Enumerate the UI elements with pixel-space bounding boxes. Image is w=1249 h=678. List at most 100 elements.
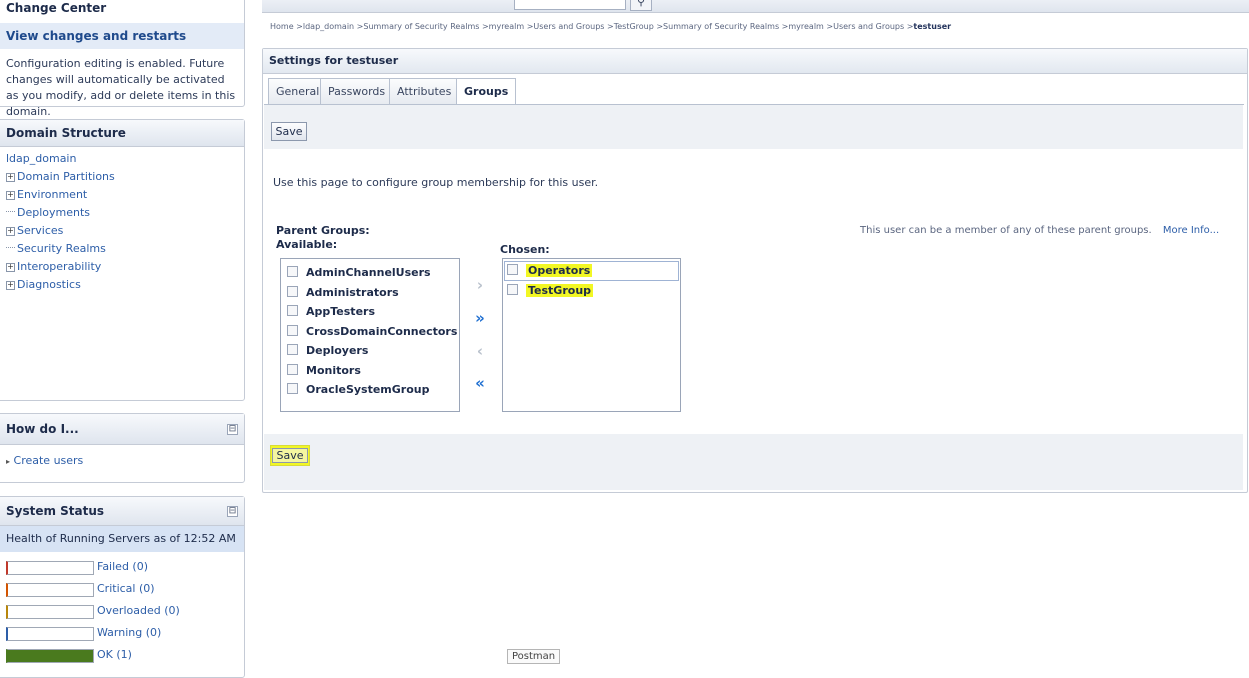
tree-item-security-realms[interactable]: Security Realms — [6, 240, 106, 257]
page-description: Use this page to configure group members… — [273, 176, 599, 189]
domain-structure-panel: Domain Structure ldap_domain + Domain Part… — [0, 119, 245, 401]
double-chevron-right-icon[interactable]: » — [472, 309, 488, 327]
tree-item-label: ldap_domain — [6, 152, 77, 165]
top-save-strip — [264, 105, 1243, 149]
checkbox[interactable] — [287, 363, 298, 375]
tree-branch-line — [6, 211, 15, 212]
change-center-description: Configuration editing is enabled. Future… — [6, 57, 236, 118]
expand-icon[interactable]: + — [6, 173, 15, 182]
status-bar — [6, 561, 94, 575]
status-bar — [6, 649, 94, 663]
available-group-item[interactable]: Deployers — [287, 341, 368, 360]
tab-groups[interactable]: Groups — [456, 78, 517, 106]
status-label[interactable]: Overloaded (0) — [97, 604, 180, 618]
tree-item-ldap-domain[interactable]: ldap_domain — [6, 150, 76, 167]
view-changes-link[interactable]: View changes and restarts — [0, 23, 244, 49]
tree-item-environment[interactable]: + Environment — [6, 186, 87, 203]
tree-item-label: Deployments — [17, 206, 91, 219]
group-name: AdminChannelUsers — [306, 266, 431, 279]
available-group-item[interactable]: CrossDomainConnectors — [287, 322, 457, 341]
checkbox[interactable] — [287, 266, 298, 277]
group-name: Administrators — [306, 285, 399, 299]
how-do-i-panel: How do I... ⊟ ▸ Create users — [0, 413, 245, 483]
available-label: Available: — [276, 238, 338, 251]
create-users-label: Create users — [13, 454, 84, 467]
checkbox[interactable] — [287, 344, 298, 355]
chevron-left-icon[interactable]: ‹ — [472, 342, 488, 360]
chosen-group-item[interactable]: TestGroup — [507, 281, 594, 300]
tree-item-label: Diagnostics — [17, 278, 81, 291]
tree-item-diagnostics[interactable]: + Diagnostics — [6, 276, 81, 293]
health-title: Health of Running Servers as of 12:52 AM — [0, 526, 244, 552]
create-users-link[interactable]: ▸ Create users — [6, 454, 83, 467]
chosen-listbox[interactable]: Operators TestGroup — [502, 258, 681, 412]
toolbar-search-box[interactable] — [514, 0, 626, 10]
help-text-label: This user can be a member of any of thes… — [860, 225, 1152, 236]
status-label[interactable]: Warning (0) — [97, 626, 161, 640]
domain-structure-title: Domain Structure — [0, 120, 244, 147]
collapse-box-icon[interactable]: ⊟ — [227, 506, 238, 517]
chosen-label: Chosen: — [500, 243, 550, 256]
tree-item-deployments[interactable]: Deployments — [6, 204, 90, 221]
group-name: Operators — [526, 264, 593, 277]
more-info-link[interactable]: More Info... — [1163, 225, 1219, 236]
checkbox[interactable] — [287, 305, 298, 316]
collapse-box-icon[interactable]: ⊟ — [227, 424, 238, 435]
breadcrumb: Home >ldap_domain >Summary of Security R… — [270, 22, 951, 31]
expand-icon[interactable]: + — [6, 281, 15, 290]
system-status-title: System Status — [6, 504, 105, 518]
expand-icon[interactable]: + — [6, 227, 15, 236]
expand-icon[interactable]: + — [6, 191, 15, 200]
tab-attributes[interactable]: Attributes — [389, 78, 460, 105]
how-do-i-title: How do I... ⊟ — [0, 414, 244, 445]
tree-item-services[interactable]: + Services — [6, 222, 63, 239]
group-name: TestGroup — [526, 284, 594, 297]
chevron-right-icon[interactable]: › — [472, 276, 488, 294]
change-center-panel: Change Center View changes and restarts … — [0, 0, 245, 118]
tab-passwords[interactable]: Passwords — [320, 78, 394, 105]
tree-item-label: Domain Partitions — [17, 170, 115, 183]
status-bar — [6, 583, 94, 597]
status-label[interactable]: Critical (0) — [97, 582, 155, 596]
tab-general[interactable]: General — [268, 78, 328, 105]
checkbox[interactable] — [287, 285, 298, 297]
top-toolbar: ⚲ — [262, 0, 1249, 13]
postman-tooltip: Postman — [507, 649, 561, 664]
status-bar-fill — [8, 650, 93, 662]
tree-item-label: Environment — [17, 188, 88, 201]
group-name: CrossDomainConnectors — [306, 324, 458, 338]
system-status-title-bar: System Status ⊟ — [0, 497, 244, 526]
search-icon[interactable]: ⚲ — [630, 0, 652, 11]
checkbox[interactable] — [507, 264, 518, 275]
group-name: AppTesters — [306, 305, 376, 318]
status-label[interactable]: OK (1) — [97, 648, 132, 662]
parent-groups-label: Parent Groups: — [276, 224, 370, 237]
double-chevron-left-icon[interactable]: « — [472, 374, 488, 392]
available-group-item[interactable]: Administrators — [287, 283, 399, 302]
checkbox[interactable] — [287, 383, 298, 394]
expand-icon[interactable]: + — [6, 263, 15, 272]
available-group-item[interactable]: AppTesters — [287, 302, 375, 321]
tree-item-label: Services — [17, 224, 64, 237]
checkbox[interactable] — [507, 284, 518, 295]
save-button[interactable]: Save — [271, 122, 307, 141]
status-label[interactable]: Failed (0) — [97, 560, 148, 574]
tree-item-domain-partitions[interactable]: + Domain Partitions — [6, 168, 115, 185]
system-status-panel: System Status ⊟ Health of Running Server… — [0, 496, 245, 678]
checkbox[interactable] — [287, 324, 298, 336]
tree-item-interoperability[interactable]: + Interoperability — [6, 258, 101, 275]
available-group-item[interactable]: OracleSystemGroup — [287, 380, 430, 399]
group-name: Deployers — [306, 344, 369, 357]
save-button[interactable]: Save — [270, 445, 310, 466]
status-bar — [6, 627, 94, 641]
group-name: Monitors — [306, 363, 361, 377]
available-listbox[interactable]: AdminChannelUsers Administrators AppTester… — [280, 258, 460, 412]
chosen-group-item[interactable]: Operators — [507, 261, 593, 280]
breadcrumb-current: testuser — [913, 22, 952, 31]
status-bar — [6, 605, 94, 619]
bottom-save-strip — [264, 434, 1243, 490]
available-group-item[interactable]: AdminChannelUsers — [287, 263, 431, 282]
available-group-item[interactable]: Monitors — [287, 361, 361, 380]
breadcrumb-path[interactable]: Home >ldap_domain >Summary of Security R… — [270, 22, 913, 31]
tree-item-label: Security Realms — [17, 242, 106, 255]
